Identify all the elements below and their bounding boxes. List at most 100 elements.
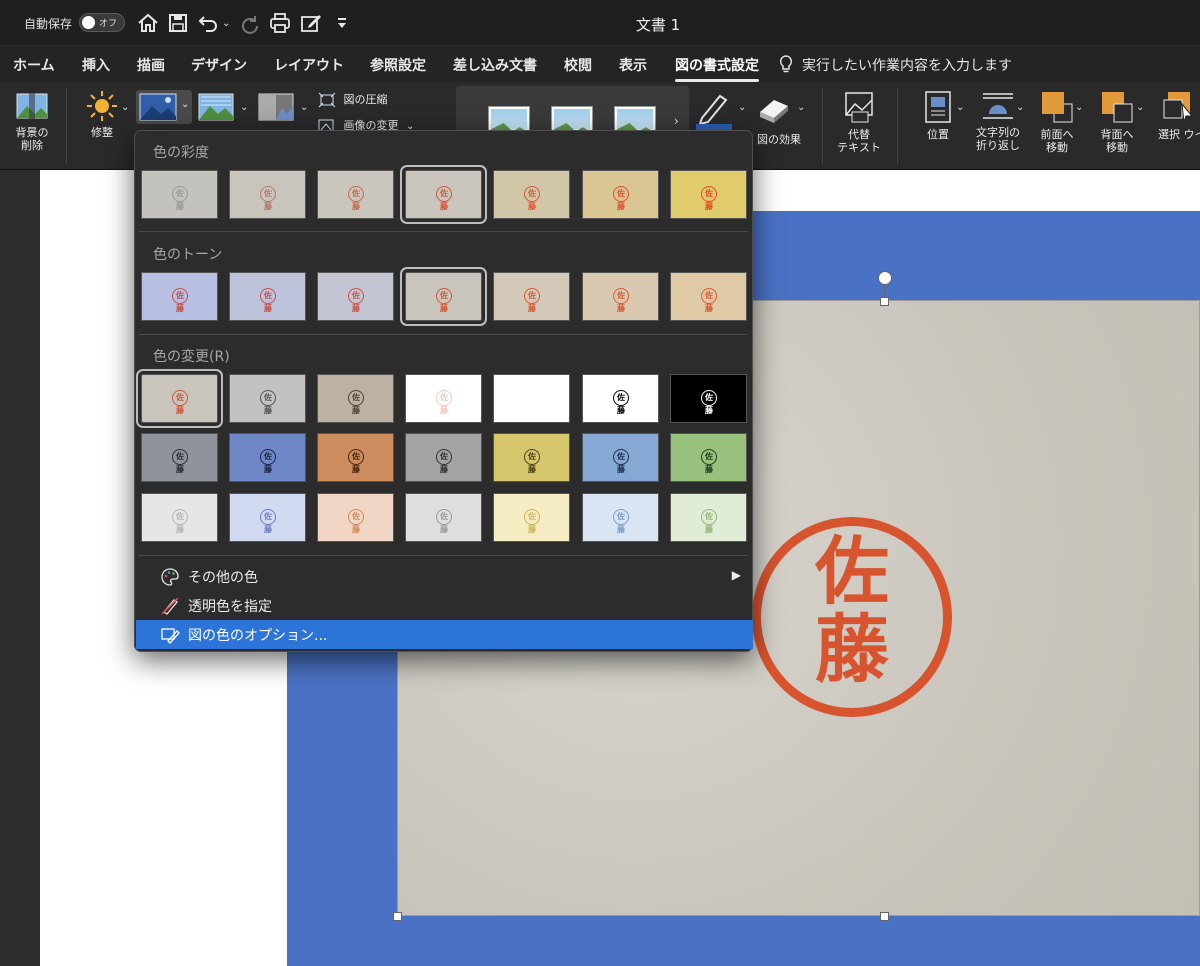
tab-references[interactable]: 参照設定 bbox=[370, 55, 426, 75]
title-bar: 自動保存 オフ ⌄ 文書 1 bbox=[0, 0, 1200, 46]
tone-option[interactable]: 佐藤 bbox=[141, 272, 218, 321]
picture-color-options-menu-item[interactable]: 図の色のオプション... bbox=[136, 620, 753, 649]
tone-option[interactable]: 佐藤 bbox=[670, 272, 747, 321]
selection-pane-button[interactable]: 選択 ウインドウ bbox=[1150, 90, 1200, 141]
picture-border-dropdown-icon[interactable]: ⌄ bbox=[738, 102, 746, 113]
position-dropdown-icon[interactable]: ⌄ bbox=[956, 102, 964, 113]
ribbon-separator bbox=[66, 88, 67, 164]
transparent-color-pen-icon bbox=[161, 597, 179, 615]
set-transparent-color-menu-item[interactable]: 透明色を指定 bbox=[136, 591, 753, 620]
picture-color-options-icon bbox=[161, 628, 180, 644]
seal-char-top: 佐 bbox=[815, 529, 889, 615]
tone-option[interactable]: 佐藤 bbox=[582, 272, 659, 321]
wrap-text-label: 文字列の 折り返し bbox=[976, 126, 1020, 152]
seal-preview: 佐藤 bbox=[260, 288, 276, 313]
resize-handle-top[interactable] bbox=[880, 297, 889, 306]
selection-pane-label: 選択 ウインドウ bbox=[1158, 128, 1200, 141]
recolor-section-title: 色の変更(R) bbox=[153, 349, 230, 365]
tone-option[interactable]: 佐藤 bbox=[229, 272, 306, 321]
tone-option[interactable]: 佐藤 bbox=[493, 272, 570, 321]
selection-pane-icon bbox=[1163, 92, 1194, 123]
tell-me-search[interactable]: 実行したい作業内容を入力します bbox=[778, 55, 1012, 75]
recolor-option[interactable]: 佐藤 bbox=[405, 493, 482, 542]
recolor-option[interactable]: 佐藤 bbox=[405, 374, 482, 423]
color-button[interactable]: ⌄ bbox=[136, 90, 192, 124]
alt-text-button[interactable]: 代替 テキスト bbox=[836, 90, 882, 154]
saturation-option[interactable]: 佐藤 bbox=[400, 165, 487, 224]
remove-background-button[interactable]: 背景の 削除 bbox=[12, 90, 52, 152]
recolor-option[interactable]: 佐藤 bbox=[136, 369, 223, 428]
compress-pictures-button[interactable]: 図の圧縮 bbox=[318, 92, 388, 108]
recolor-option[interactable]: 佐藤 bbox=[317, 493, 394, 542]
transparency-icon[interactable] bbox=[258, 92, 296, 122]
ribbon-tabs: ホーム 挿入 描画 デザイン レイアウト 参照設定 差し込み文書 校閲 表示 図… bbox=[0, 46, 1200, 82]
corrections-button[interactable]: 修整 bbox=[80, 90, 124, 139]
wrap-text-dropdown-icon[interactable]: ⌄ bbox=[1016, 102, 1024, 113]
picture-effects-icon[interactable] bbox=[756, 92, 792, 124]
recolor-option[interactable]: 佐藤 bbox=[229, 493, 306, 542]
saturation-option[interactable]: 佐藤 bbox=[317, 170, 394, 219]
corrections-dropdown-icon[interactable]: ⌄ bbox=[121, 102, 129, 113]
tab-view[interactable]: 表示 bbox=[619, 55, 647, 75]
saturation-option[interactable]: 佐藤 bbox=[670, 170, 747, 219]
saturation-option[interactable]: 佐藤 bbox=[229, 170, 306, 219]
recolor-option[interactable]: 佐藤 bbox=[493, 433, 570, 482]
resize-handle-bottom-left[interactable] bbox=[393, 912, 402, 921]
tone-option[interactable]: 佐藤 bbox=[400, 267, 487, 326]
tab-home[interactable]: ホーム bbox=[13, 55, 55, 75]
picture-effects-dropdown-icon[interactable]: ⌄ bbox=[797, 102, 805, 113]
menu-separator bbox=[139, 334, 748, 335]
recolor-option[interactable]: 佐藤 bbox=[670, 493, 747, 542]
seal-preview: 佐藤 bbox=[348, 449, 364, 474]
resize-handle-bottom[interactable] bbox=[880, 912, 889, 921]
send-backward-label: 背面へ 移動 bbox=[1100, 128, 1134, 154]
wrap-text-button[interactable]: 文字列の 折り返し bbox=[972, 90, 1024, 152]
recolor-option[interactable]: 佐藤 bbox=[229, 433, 306, 482]
tab-insert[interactable]: 挿入 bbox=[82, 55, 110, 75]
bring-forward-dropdown-icon[interactable]: ⌄ bbox=[1075, 102, 1083, 113]
recolor-option[interactable]: 佐藤 bbox=[141, 433, 218, 482]
transparency-dropdown-icon[interactable]: ⌄ bbox=[300, 102, 308, 113]
artistic-effects-icon[interactable] bbox=[198, 92, 236, 122]
more-colors-menu-item[interactable]: その他の色 ▶ bbox=[136, 562, 753, 591]
tab-mailings[interactable]: 差し込み文書 bbox=[453, 55, 537, 75]
seal-preview: 佐藤 bbox=[172, 390, 188, 415]
recolor-option[interactable]: 佐藤 bbox=[229, 374, 306, 423]
tab-picture-format[interactable]: 図の書式設定 bbox=[675, 55, 759, 82]
recolor-option[interactable]: 佐藤 bbox=[317, 374, 394, 423]
menu-separator bbox=[139, 231, 748, 232]
saturation-option[interactable]: 佐藤 bbox=[493, 170, 570, 219]
recolor-option[interactable]: 佐藤 bbox=[582, 433, 659, 482]
more-colors-label: その他の色 bbox=[188, 570, 258, 586]
saturation-option[interactable]: 佐藤 bbox=[582, 170, 659, 219]
ribbon-separator bbox=[822, 88, 823, 164]
tab-draw[interactable]: 描画 bbox=[137, 55, 165, 75]
recolor-option[interactable]: 佐藤 bbox=[141, 493, 218, 542]
artistic-effects-dropdown-icon[interactable]: ⌄ bbox=[240, 102, 248, 113]
bring-forward-button[interactable]: 前面へ 移動 bbox=[1034, 90, 1080, 154]
submenu-arrow-icon: ▶ bbox=[731, 568, 741, 582]
seal-preview: 佐藤 bbox=[172, 288, 188, 313]
recolor-option[interactable]: 佐藤 bbox=[493, 493, 570, 542]
tone-option[interactable]: 佐藤 bbox=[317, 272, 394, 321]
tab-design[interactable]: デザイン bbox=[191, 55, 247, 75]
recolor-option[interactable]: 佐藤 bbox=[493, 374, 570, 423]
palette-icon bbox=[161, 568, 179, 586]
picture-border-icon[interactable] bbox=[694, 90, 734, 130]
position-button[interactable]: 位置 bbox=[918, 90, 958, 141]
seal-preview: 佐藤 bbox=[524, 509, 540, 534]
send-backward-dropdown-icon[interactable]: ⌄ bbox=[1136, 102, 1144, 113]
recolor-option[interactable]: 佐藤 bbox=[670, 374, 747, 423]
saturation-option[interactable]: 佐藤 bbox=[141, 170, 218, 219]
tab-layout[interactable]: レイアウト bbox=[274, 55, 344, 75]
seal-preview: 佐藤 bbox=[348, 186, 364, 211]
recolor-option[interactable]: 佐藤 bbox=[317, 433, 394, 482]
recolor-option[interactable]: 佐藤 bbox=[582, 374, 659, 423]
rotate-handle[interactable] bbox=[878, 271, 892, 285]
recolor-option[interactable]: 佐藤 bbox=[582, 493, 659, 542]
tab-review[interactable]: 校閲 bbox=[564, 55, 592, 75]
gallery-next-icon[interactable]: › bbox=[674, 114, 679, 128]
send-backward-button[interactable]: 背面へ 移動 bbox=[1094, 90, 1140, 154]
recolor-option[interactable]: 佐藤 bbox=[405, 433, 482, 482]
recolor-option[interactable]: 佐藤 bbox=[670, 433, 747, 482]
